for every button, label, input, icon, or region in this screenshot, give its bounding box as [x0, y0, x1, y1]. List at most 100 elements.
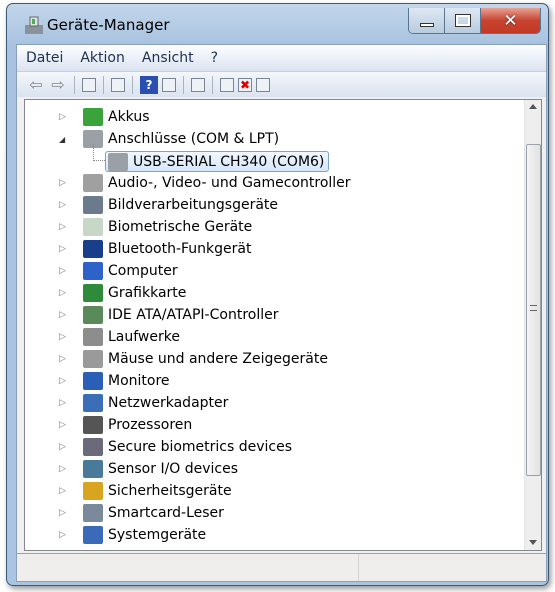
tree-item[interactable]: ▷ Bildverarbeitungsgeräte — [59, 195, 279, 215]
vertical-scrollbar[interactable] — [524, 100, 541, 550]
expand-arrow-icon[interactable]: ▷ — [59, 508, 69, 518]
tree-item[interactable]: ▷ Laufwerke — [59, 327, 180, 347]
tree-item[interactable]: ▷ Bluetooth-Funkgerät — [59, 239, 252, 259]
expand-arrow-icon[interactable]: ▷ — [59, 310, 69, 320]
tree-item[interactable]: ▷ Secure biometrics devices — [59, 437, 293, 457]
tree-item[interactable]: ◢ Anschlüsse (COM & LPT) — [59, 129, 280, 149]
tree-connector — [93, 144, 105, 161]
tree-item[interactable]: ▷ Netzwerkadapter — [59, 393, 229, 413]
expand-arrow-icon[interactable]: ▷ — [59, 244, 69, 254]
toolbar-separator — [103, 75, 104, 94]
minimize-button[interactable] — [409, 8, 445, 33]
tree-item[interactable]: ▷ Monitore — [59, 371, 170, 391]
help-icon[interactable]: ? — [140, 75, 158, 94]
battery-icon — [83, 108, 103, 126]
menu-aktion[interactable]: Aktion — [80, 50, 125, 66]
toolbar: ⇦ ⇨? ✖ — [17, 71, 546, 97]
bluetooth-icon — [83, 240, 103, 258]
grip-icon — [530, 305, 537, 311]
tree-item[interactable]: ▷ Mäuse und andere Zeigegeräte — [59, 349, 328, 369]
expand-arrow-icon[interactable]: ▷ — [59, 530, 69, 540]
tree-item-label: Netzwerkadapter — [108, 395, 229, 411]
window-title: Geräte-Manager — [47, 16, 170, 34]
expand-arrow-icon[interactable]: ▷ — [59, 398, 69, 408]
mouse-icon — [83, 350, 103, 368]
expand-arrow-icon[interactable]: ▷ — [59, 376, 69, 386]
show-action-pane-icon[interactable] — [162, 77, 176, 92]
camera-icon — [83, 196, 103, 214]
forward-icon[interactable]: ⇨ — [49, 75, 67, 94]
tree-item[interactable]: ▷ Audio-, Video- und Gamecontroller — [59, 173, 351, 193]
minimize-icon — [419, 22, 434, 27]
uninstall-icon[interactable]: ✖ — [238, 77, 252, 92]
monitor-icon — [83, 372, 103, 390]
tree-item[interactable]: ▷ Akkus — [59, 107, 150, 127]
expand-arrow-icon[interactable]: ▷ — [59, 112, 69, 122]
expand-arrow-icon[interactable]: ▷ — [59, 420, 69, 430]
tree-item-label: Bluetooth-Funkgerät — [108, 241, 252, 257]
speaker-icon — [83, 174, 103, 192]
client-area: Datei Aktion Ansicht? ⇦ ⇨? ✖ ▷ Akkus ◢ Anschlüs… — [16, 44, 547, 582]
tree-item-label: Secure biometrics devices — [108, 439, 293, 455]
tree-item[interactable]: ▷ IDE ATA/ATAPI-Controller — [59, 305, 278, 325]
disable-icon[interactable] — [256, 77, 270, 92]
smartcard-reader-icon — [83, 504, 103, 522]
expand-arrow-icon[interactable]: ▷ — [59, 464, 69, 474]
expand-arrow-icon[interactable]: ▷ — [59, 266, 69, 276]
tree-child-label: USB-SERIAL CH340 (COM6) — [133, 153, 325, 170]
expand-arrow-icon[interactable]: ▷ — [59, 288, 69, 298]
expand-arrow-icon[interactable]: ▷ — [59, 442, 69, 452]
maximize-button[interactable] — [445, 8, 481, 33]
system-devices-icon — [83, 526, 103, 544]
menu-datei[interactable]: Datei — [26, 50, 63, 66]
status-bar — [17, 553, 546, 581]
scroll-up-icon[interactable] — [529, 104, 537, 109]
tree-item-label: Computer — [108, 263, 178, 279]
expand-arrow-icon[interactable]: ▷ — [59, 332, 69, 342]
expand-arrow-icon[interactable]: ▷ — [59, 486, 69, 496]
close-icon: ✕ — [503, 10, 518, 31]
tree-item[interactable]: ▷ Sicherheitsgeräte — [59, 481, 232, 501]
tree-item[interactable]: ▷ Systemgeräte — [59, 525, 206, 545]
expand-arrow-icon[interactable]: ▷ — [59, 222, 69, 232]
toolbar-separator — [132, 75, 133, 94]
tree-item-label: Akkus — [108, 109, 150, 125]
tree-item[interactable]: ▷ Biometrische Geräte — [59, 217, 253, 237]
network-icon — [83, 394, 103, 412]
tree-child-item[interactable]: USB-SERIAL CH340 (COM6) — [93, 144, 330, 172]
tree-item-label: Bildverarbeitungsgeräte — [108, 197, 279, 213]
toolbar-separator — [74, 75, 75, 94]
menu-ansicht[interactable]: Ansicht — [142, 50, 194, 66]
menu-bar: Datei Aktion Ansicht? — [17, 45, 546, 71]
processor-icon — [83, 416, 103, 434]
tree-item-label: Biometrische Geräte — [108, 219, 253, 235]
scroll-down-icon[interactable] — [529, 540, 537, 545]
back-icon[interactable]: ⇦ — [27, 75, 45, 94]
expand-arrow-icon[interactable]: ▷ — [59, 354, 69, 364]
expand-arrow-icon[interactable]: ▷ — [59, 200, 69, 210]
device-tree[interactable]: ▷ Akkus ◢ Anschlüsse (COM & LPT) USB-SERIAL … — [24, 99, 542, 551]
update-driver-icon[interactable] — [220, 77, 234, 92]
scan-hardware-icon[interactable] — [191, 77, 205, 92]
expand-arrow-icon[interactable]: ▷ — [59, 178, 69, 188]
tree-item[interactable]: ▷ Smartcard-Leser — [59, 503, 224, 523]
tree-item[interactable]: ▷ Sensor I/O devices — [59, 459, 239, 479]
toolbar-separator — [212, 75, 213, 94]
ide-controller-icon — [83, 306, 103, 324]
close-button[interactable]: ✕ — [481, 8, 540, 33]
computer-icon — [83, 262, 103, 280]
tree-item-label: Laufwerke — [108, 329, 180, 345]
tree-item-label: Sensor I/O devices — [108, 461, 239, 477]
tree-item-label: Grafikkarte — [108, 285, 187, 301]
show-hide-console-tree-icon[interactable] — [82, 77, 96, 92]
tree-item[interactable]: ▷ Computer — [59, 261, 178, 281]
menu-help[interactable]: ? — [211, 50, 218, 66]
tree-item-label: Anschlüsse (COM & LPT) — [108, 131, 280, 147]
tree-item[interactable]: ▷ Grafikkarte — [59, 283, 187, 303]
tree-item[interactable]: ▷ Prozessoren — [59, 415, 192, 435]
scroll-thumb[interactable] — [526, 144, 541, 476]
properties-icon[interactable] — [111, 77, 125, 92]
maximize-icon — [454, 14, 471, 27]
key-icon — [83, 482, 103, 500]
collapse-arrow-icon[interactable]: ◢ — [59, 135, 69, 144]
